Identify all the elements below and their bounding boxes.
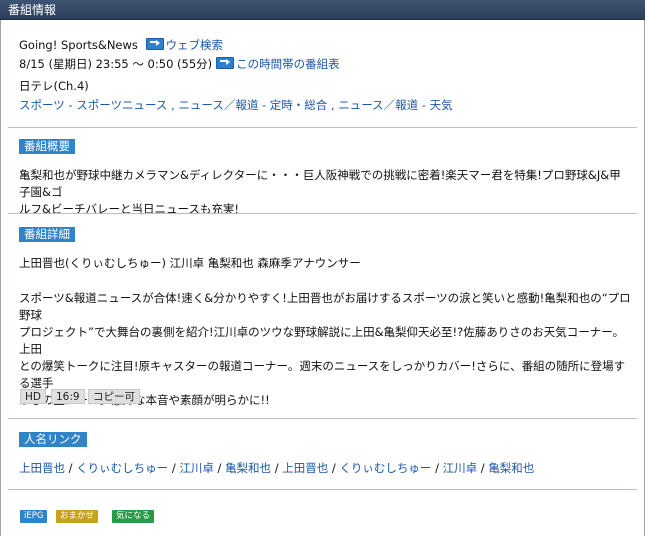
panel-title: 番組情報: [0, 0, 645, 20]
separator: /: [435, 461, 439, 475]
genre-links[interactable]: スポーツ - スポーツニュース , ニュース／報道 - 定時・総合 , ニュース…: [19, 98, 453, 112]
person-link[interactable]: 上田晋也: [282, 461, 328, 475]
summary-line: ルフ&ビーチバレーと当日ニュースも充実!: [19, 202, 240, 216]
program-channel: 日テレ(Ch.4): [19, 79, 89, 93]
web-search-link[interactable]: ウェブ検索: [166, 38, 224, 52]
person-link[interactable]: 上田晋也: [19, 461, 65, 475]
arrow-right-icon[interactable]: [216, 57, 235, 69]
omakase-button[interactable]: おまかせ: [56, 510, 99, 523]
person-link[interactable]: くりぃむしちゅー: [76, 461, 168, 475]
iepg-button[interactable]: iEPG: [20, 510, 48, 523]
summary-heading: 番組概要: [19, 139, 75, 154]
divider: [8, 127, 637, 128]
program-datetime: 8/15 (星期日) 23:55 ～ 0:50 (55分): [19, 57, 213, 71]
person-link[interactable]: 江川卓: [179, 461, 214, 475]
program-title-row: Going! Sports&News ウェブ検索: [19, 37, 223, 53]
divider: [8, 489, 637, 490]
person-link[interactable]: 江川卓: [443, 461, 478, 475]
copy-allowed-tag: コピー可: [88, 389, 140, 404]
person-link[interactable]: 亀梨和也: [225, 461, 271, 475]
hd-tag: HD: [20, 389, 46, 404]
summary-text: 亀梨和也が野球中継カメラマン&ディレクターに・・・巨人阪神戦での挑戦に密着!楽天…: [19, 167, 631, 218]
separator: /: [171, 461, 176, 475]
people-links-row: 上田晋也 / くりぃむしちゅー / 江川卓 / 亀梨和也 / 上田晋也 / くり…: [19, 460, 534, 476]
timeslot-listing-link[interactable]: この時間帯の番組表: [236, 57, 340, 71]
separator: /: [68, 461, 73, 475]
separator: /: [331, 461, 336, 475]
summary-line: 亀梨和也が野球中継カメラマン&ディレクターに・・・巨人阪神戦での挑戦に密着!楽天…: [19, 168, 621, 199]
kininaru-button[interactable]: 気になる: [112, 510, 155, 523]
program-genres-row: スポーツ - スポーツニュース , ニュース／報道 - 定時・総合 , ニュース…: [19, 97, 453, 113]
cast-list: 上田晋也(くりぃむしちゅー) 江川卓 亀梨和也 森麻季アナウンサー: [19, 256, 361, 270]
separator: /: [480, 461, 485, 475]
details-line: との爆笑トークに注目!原キャスターの報道コーナー。週末のニュースをしっかりカバー…: [19, 359, 626, 390]
aspect-ratio-tag: 16:9: [51, 389, 85, 404]
separator: /: [217, 461, 222, 475]
arrow-right-icon[interactable]: [145, 38, 164, 50]
people-links-heading: 人名リンク: [19, 432, 87, 447]
program-datetime-row: 8/15 (星期日) 23:55 ～ 0:50 (55分) この時間帯の番組表: [19, 56, 340, 72]
program-title: Going! Sports&News: [19, 38, 138, 52]
divider: [8, 213, 637, 214]
person-link[interactable]: 亀梨和也: [488, 461, 534, 475]
details-line: スポーツ&報道ニュースが合体!速く&分かりやすく!上田晋也がお届けするスポーツの…: [19, 291, 631, 322]
divider: [8, 418, 637, 419]
person-link[interactable]: くりぃむしちゅー: [339, 461, 431, 475]
details-line: プロジェクト”で大舞台の裏側を紹介!江川卓のツウな野球解説に上田&亀梨仰天必至!…: [19, 325, 625, 356]
details-heading: 番組詳細: [19, 227, 75, 242]
separator: /: [274, 461, 279, 475]
